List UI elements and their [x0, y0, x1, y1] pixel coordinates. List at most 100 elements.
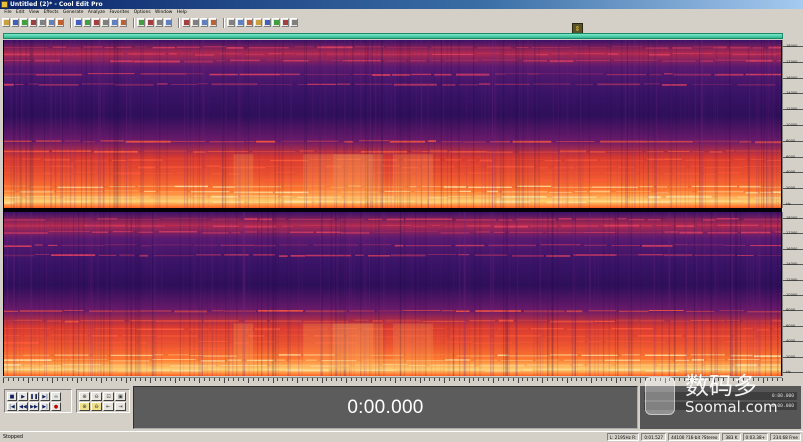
cue-list-icon [183, 20, 189, 25]
menu-generate[interactable]: Generate [61, 9, 86, 16]
frequency-label: Hz [786, 370, 791, 374]
zoom-in-vertical-button[interactable]: ⊕ [79, 402, 90, 411]
time-tick [507, 378, 509, 381]
play-button[interactable]: ▶ [18, 392, 28, 401]
menu-options[interactable]: Options [132, 9, 153, 16]
frequency-tick: 10000 [783, 293, 803, 297]
time-tick [130, 378, 132, 381]
stereo-button[interactable] [245, 18, 253, 27]
time-tick [679, 378, 681, 381]
spectral-view-left-channel[interactable] [3, 40, 782, 208]
menu-view[interactable]: View [27, 9, 42, 16]
menu-edit[interactable]: Edit [14, 9, 27, 16]
time-tick [728, 378, 730, 381]
time-tick [463, 378, 465, 381]
trim-button[interactable] [119, 18, 127, 27]
bounce-button[interactable] [236, 18, 244, 27]
zoom-controls: ⊕ ⊖ ⊡ ▣ ⊕ ⊖ ⇤ ⇥ [76, 389, 130, 413]
menu-window[interactable]: Window [153, 9, 175, 16]
spectral-phase-button[interactable] [164, 18, 172, 27]
zoom-left-button[interactable]: ⇤ [103, 402, 114, 411]
open-button[interactable] [2, 18, 10, 27]
settings-button[interactable] [209, 18, 217, 27]
spectral-view-right-channel[interactable] [3, 212, 782, 376]
play-to-end-button[interactable]: ▶| [40, 392, 50, 401]
loop-button[interactable] [227, 18, 235, 27]
copy-button[interactable] [83, 18, 91, 27]
selection-begin[interactable]: 0:00.000 [644, 392, 797, 400]
info-button[interactable] [200, 18, 208, 27]
rewind-button[interactable]: ◀◀ [18, 402, 28, 411]
zoom-selection-button[interactable]: ▣ [115, 392, 126, 401]
app-icon [1, 1, 8, 8]
frequency-label: 16000 [786, 75, 798, 80]
cut-button[interactable] [74, 18, 82, 27]
time-tick [424, 378, 426, 381]
menu-file[interactable]: File [2, 9, 14, 16]
zoom-in-horizontal-button[interactable]: ⊕ [79, 392, 90, 401]
time-tick [517, 378, 519, 383]
waveform-button[interactable] [137, 18, 145, 27]
cue-list-button[interactable] [182, 18, 190, 27]
spectral-pan-button[interactable] [155, 18, 163, 27]
frequency-label: 12000 [786, 107, 798, 112]
title-bar: Untitled (2)* - Cool Edit Pro [0, 0, 803, 9]
hardware-button[interactable] [281, 18, 289, 27]
menu-analyze[interactable]: Analyze [86, 9, 108, 16]
menu-favorites[interactable]: Favorites [107, 9, 131, 16]
meter-button[interactable] [272, 18, 280, 27]
goto-end-button[interactable]: ▶| [40, 402, 50, 411]
record-file-button[interactable] [38, 18, 46, 27]
zoom-out-vertical-button[interactable]: ⊖ [91, 402, 102, 411]
loop-button[interactable]: ∞ [51, 392, 61, 401]
zoom-full-button[interactable]: ⊡ [103, 392, 114, 401]
spectral-phase-icon [165, 20, 171, 25]
toolbar-separator [178, 17, 180, 28]
time-tick [135, 378, 137, 381]
mix-paste-button[interactable] [110, 18, 118, 27]
time-tick [189, 378, 191, 381]
time-tick [341, 378, 343, 381]
stop-button[interactable]: ■ [7, 392, 17, 401]
menu-effects[interactable]: Effects [41, 9, 60, 16]
time-tick [47, 378, 49, 381]
mono-button[interactable] [254, 18, 262, 27]
paste-new-button[interactable] [101, 18, 109, 27]
overview-bar[interactable] [3, 33, 783, 39]
frequency-label: 2000 [786, 354, 796, 359]
time-tick [782, 378, 784, 381]
time-ruler[interactable] [3, 377, 784, 385]
play-list-button[interactable] [191, 18, 199, 27]
zoom-out-horizontal-button[interactable]: ⊖ [91, 392, 102, 401]
fast-forward-button[interactable]: ▶▶ [29, 402, 39, 411]
selection-end[interactable]: 0:00.000 [644, 402, 797, 410]
undo-button[interactable] [47, 18, 55, 27]
menu-help[interactable]: Help [175, 9, 189, 16]
spectrogram-left [4, 40, 781, 208]
time-tick [331, 378, 333, 381]
time-tick [600, 378, 602, 381]
menu-bar: File Edit View Effects Generate Analyze Favori… [0, 9, 803, 16]
new-icon [30, 20, 36, 25]
frequency-tick: 8000 [783, 308, 803, 312]
time-tick [542, 378, 543, 383]
new-button[interactable] [29, 18, 37, 27]
folder-button[interactable] [11, 18, 19, 27]
frequency-label: Hz [786, 202, 791, 206]
goto-start-button[interactable]: |◀ [7, 402, 17, 411]
time-tick [120, 378, 122, 381]
fx-button[interactable] [263, 18, 271, 27]
repeat-button[interactable] [56, 18, 64, 27]
paste-button[interactable] [92, 18, 100, 27]
spectral-button[interactable] [146, 18, 154, 27]
record-button[interactable]: ● [51, 402, 61, 411]
pause-button[interactable]: ❚❚ [29, 392, 39, 401]
time-tick [346, 378, 347, 383]
time-tick [27, 378, 29, 383]
script-button[interactable] [290, 18, 298, 27]
frequency-tick: 17000 [783, 231, 803, 235]
overview-thumb[interactable] [4, 34, 782, 38]
zoom-right-button[interactable]: ⇥ [115, 402, 126, 411]
save-button[interactable] [20, 18, 28, 27]
time-tick [218, 378, 220, 381]
